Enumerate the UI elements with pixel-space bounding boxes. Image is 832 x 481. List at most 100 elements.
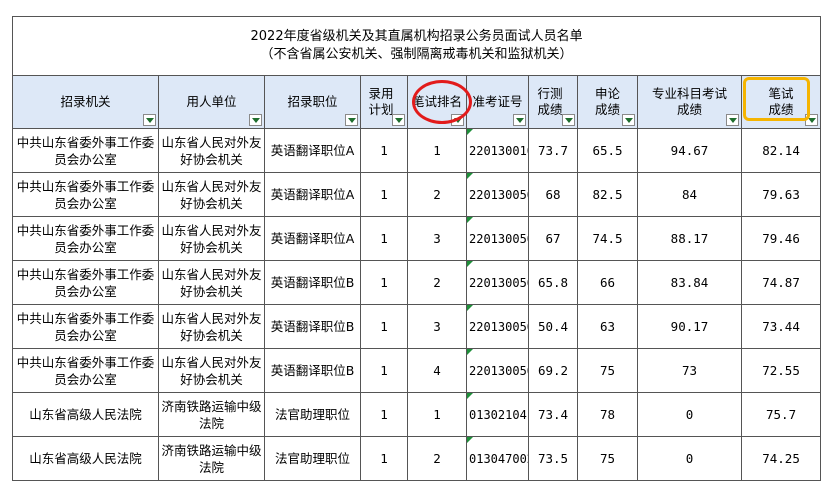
cell-plan[interactable]: 1 bbox=[360, 304, 408, 349]
cell-unit-text: 山东省人民对外友好协会机关 bbox=[161, 310, 262, 343]
filter-dropdown-icon[interactable] bbox=[143, 114, 156, 126]
table-row: 山东省高级人民法院 济南铁路运输中级法院 法官助理职位 1 1 013021041 73.4… bbox=[12, 392, 822, 437]
cell-agency[interactable]: 中共山东省委外事工作委员会办公室 bbox=[12, 304, 159, 349]
cell-exam-no[interactable]: 2201300102202 bbox=[466, 128, 529, 173]
cell-position[interactable]: 英语翻译职位B bbox=[264, 304, 361, 349]
cell-xingce-text: 68 bbox=[545, 187, 561, 202]
cell-shenlun[interactable]: 75 bbox=[577, 436, 638, 481]
cell-major-score[interactable]: 90.17 bbox=[637, 304, 742, 349]
cell-unit[interactable]: 山东省人民对外友好协会机关 bbox=[158, 260, 265, 305]
cell-unit[interactable]: 山东省人民对外友好协会机关 bbox=[158, 216, 265, 261]
cell-plan[interactable]: 1 bbox=[360, 348, 408, 393]
cell-xingce[interactable]: 67 bbox=[528, 216, 578, 261]
cell-exam-no[interactable]: 013021041 bbox=[466, 392, 529, 437]
filter-dropdown-icon[interactable] bbox=[513, 114, 526, 126]
cell-position[interactable]: 英语翻译职位A bbox=[264, 172, 361, 217]
cell-exam-no[interactable]: 013047002 bbox=[466, 436, 529, 481]
cell-rank[interactable]: 1 bbox=[407, 128, 467, 173]
cell-shenlun[interactable]: 66 bbox=[577, 260, 638, 305]
cell-agency[interactable]: 中共山东省委外事工作委员会办公室 bbox=[12, 348, 159, 393]
cell-written-score[interactable]: 73.44 bbox=[740, 304, 822, 349]
cell-major-score[interactable]: 94.67 bbox=[637, 128, 742, 173]
cell-major-score[interactable]: 88.17 bbox=[637, 216, 742, 261]
cell-unit[interactable]: 山东省人民对外友好协会机关 bbox=[158, 172, 265, 217]
cell-exam-no[interactable]: 2201300501704 bbox=[466, 260, 529, 305]
col-header-written-score: 笔试成绩 bbox=[740, 75, 822, 129]
filter-dropdown-icon[interactable] bbox=[249, 114, 262, 126]
cell-written-score[interactable]: 72.55 bbox=[740, 348, 822, 393]
cell-exam-no[interactable]: 2201300500429 bbox=[466, 348, 529, 393]
cell-plan[interactable]: 1 bbox=[360, 392, 408, 437]
cell-written-score[interactable]: 75.7 bbox=[740, 392, 822, 437]
cell-rank[interactable]: 2 bbox=[407, 260, 467, 305]
cell-agency[interactable]: 中共山东省委外事工作委员会办公室 bbox=[12, 216, 159, 261]
cell-major-score-text: 83.84 bbox=[670, 275, 709, 290]
filter-dropdown-icon[interactable] bbox=[622, 114, 635, 126]
cell-plan[interactable]: 1 bbox=[360, 436, 408, 481]
filter-dropdown-icon[interactable] bbox=[562, 114, 575, 126]
cell-xingce[interactable]: 65.8 bbox=[528, 260, 578, 305]
cell-xingce[interactable]: 73.7 bbox=[528, 128, 578, 173]
cell-xingce[interactable]: 50.4 bbox=[528, 304, 578, 349]
cell-position[interactable]: 英语翻译职位B bbox=[264, 260, 361, 305]
cell-plan[interactable]: 1 bbox=[360, 128, 408, 173]
cell-shenlun[interactable]: 65.5 bbox=[577, 128, 638, 173]
cell-agency[interactable]: 中共山东省委外事工作委员会办公室 bbox=[12, 260, 159, 305]
table-row: 中共山东省委外事工作委员会办公室 山东省人民对外友好协会机关 英语翻译职位A 1 2 22… bbox=[12, 172, 822, 217]
cell-position[interactable]: 法官助理职位 bbox=[264, 392, 361, 437]
cell-position[interactable]: 英语翻译职位A bbox=[264, 216, 361, 261]
cell-rank[interactable]: 3 bbox=[407, 216, 467, 261]
cell-exam-no[interactable]: 2201300500927 bbox=[466, 172, 529, 217]
cell-major-score[interactable]: 83.84 bbox=[637, 260, 742, 305]
cell-rank[interactable]: 3 bbox=[407, 304, 467, 349]
filter-dropdown-icon[interactable] bbox=[726, 114, 739, 126]
cell-rank[interactable]: 2 bbox=[407, 172, 467, 217]
text-number-indicator-icon bbox=[467, 393, 473, 399]
cell-exam-no[interactable]: 2201300501927 bbox=[466, 304, 529, 349]
cell-agency[interactable]: 中共山东省委外事工作委员会办公室 bbox=[12, 172, 159, 217]
cell-written-score[interactable]: 74.25 bbox=[740, 436, 822, 481]
cell-unit[interactable]: 济南铁路运输中级法院 bbox=[158, 436, 265, 481]
cell-agency[interactable]: 山东省高级人民法院 bbox=[12, 436, 159, 481]
cell-plan[interactable]: 1 bbox=[360, 260, 408, 305]
cell-shenlun[interactable]: 75 bbox=[577, 348, 638, 393]
cell-shenlun[interactable]: 78 bbox=[577, 392, 638, 437]
cell-written-score[interactable]: 82.14 bbox=[740, 128, 822, 173]
cell-xingce[interactable]: 73.5 bbox=[528, 436, 578, 481]
cell-major-score[interactable]: 0 bbox=[637, 436, 742, 481]
cell-written-score[interactable]: 74.87 bbox=[740, 260, 822, 305]
cell-rank[interactable]: 2 bbox=[407, 436, 467, 481]
cell-position[interactable]: 英语翻译职位A bbox=[264, 128, 361, 173]
cell-rank[interactable]: 1 bbox=[407, 392, 467, 437]
cell-major-score[interactable]: 73 bbox=[637, 348, 742, 393]
cell-major-score[interactable]: 84 bbox=[637, 172, 742, 217]
cell-agency[interactable]: 山东省高级人民法院 bbox=[12, 392, 159, 437]
cell-unit[interactable]: 山东省人民对外友好协会机关 bbox=[158, 128, 265, 173]
cell-exam-no[interactable]: 2201300500619 bbox=[466, 216, 529, 261]
filter-dropdown-icon[interactable] bbox=[392, 114, 405, 126]
cell-agency[interactable]: 中共山东省委外事工作委员会办公室 bbox=[12, 128, 159, 173]
cell-plan[interactable]: 1 bbox=[360, 172, 408, 217]
cell-unit[interactable]: 山东省人民对外友好协会机关 bbox=[158, 348, 265, 393]
filter-dropdown-icon[interactable] bbox=[805, 114, 819, 126]
cell-plan-text: 1 bbox=[380, 275, 388, 290]
cell-shenlun[interactable]: 82.5 bbox=[577, 172, 638, 217]
cell-xingce[interactable]: 69.2 bbox=[528, 348, 578, 393]
cell-rank[interactable]: 4 bbox=[407, 348, 467, 393]
cell-written-score[interactable]: 79.63 bbox=[740, 172, 822, 217]
filter-dropdown-icon[interactable] bbox=[451, 114, 464, 126]
cell-unit[interactable]: 济南铁路运输中级法院 bbox=[158, 392, 265, 437]
cell-plan[interactable]: 1 bbox=[360, 216, 408, 261]
cell-position[interactable]: 英语翻译职位B bbox=[264, 348, 361, 393]
cell-written-score[interactable]: 79.46 bbox=[740, 216, 822, 261]
cell-major-score[interactable]: 0 bbox=[637, 392, 742, 437]
cell-shenlun[interactable]: 74.5 bbox=[577, 216, 638, 261]
cell-xingce[interactable]: 73.4 bbox=[528, 392, 578, 437]
cell-position[interactable]: 法官助理职位 bbox=[264, 436, 361, 481]
cell-unit[interactable]: 山东省人民对外友好协会机关 bbox=[158, 304, 265, 349]
cell-unit-text: 济南铁路运输中级法院 bbox=[161, 442, 262, 475]
col-header-agency: 招录机关 bbox=[12, 75, 159, 129]
filter-dropdown-icon[interactable] bbox=[345, 114, 358, 126]
cell-shenlun[interactable]: 63 bbox=[577, 304, 638, 349]
cell-xingce[interactable]: 68 bbox=[528, 172, 578, 217]
